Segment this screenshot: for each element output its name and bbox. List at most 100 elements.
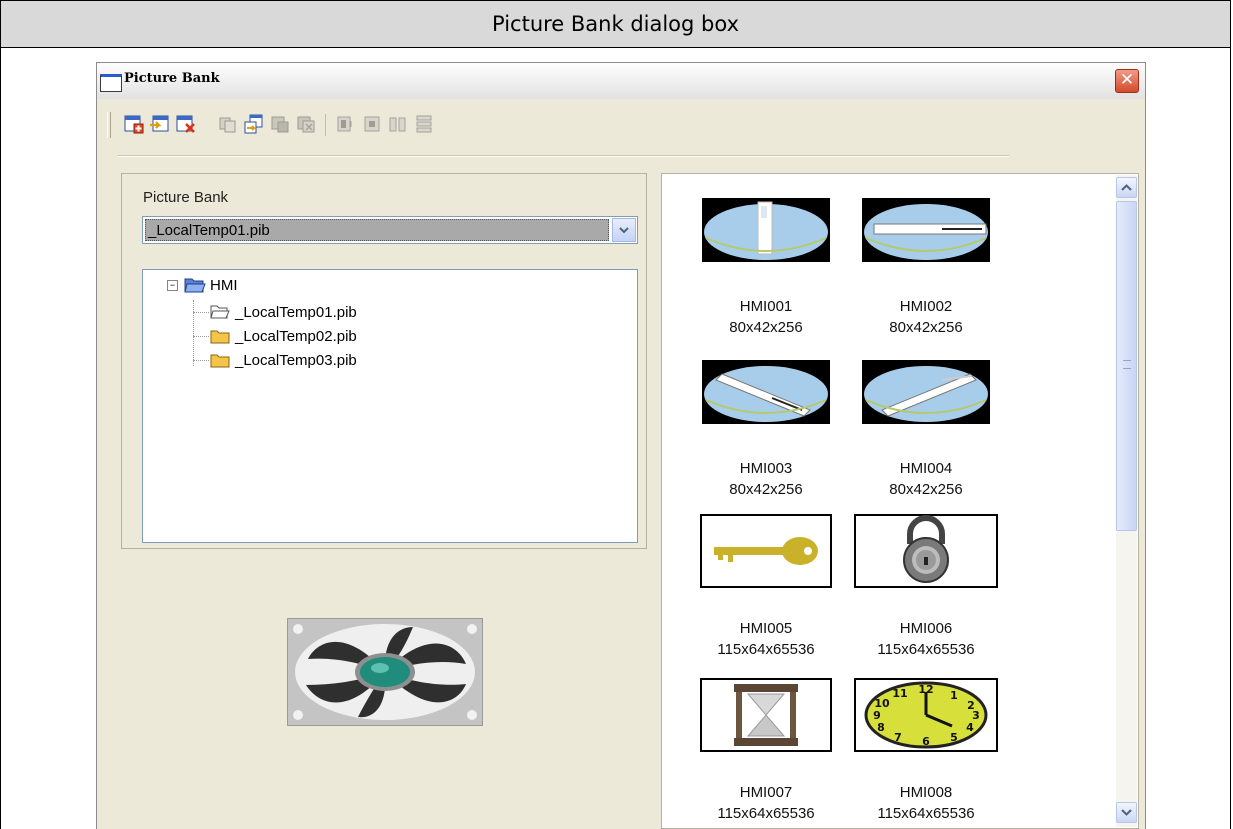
picture-item[interactable]: HMI001 80x42x256 [686, 198, 846, 338]
tree-line [193, 312, 209, 313]
delete-button[interactable] [295, 113, 317, 135]
folder-open-icon [184, 278, 206, 293]
align-rows-icon [416, 115, 432, 133]
picture-list: HMI001 80x42x256 HMI002 80x42x256 HMI003… [661, 173, 1139, 829]
tree-item-label: _LocalTemp02.pib [235, 327, 357, 345]
svg-text:8: 8 [877, 721, 885, 734]
tree-item[interactable]: _LocalTemp02.pib [210, 325, 357, 347]
picture-item[interactable]: HMI003 80x42x256 [686, 360, 846, 500]
picture-name: HMI005 [739, 620, 793, 637]
tree-item[interactable]: _LocalTemp03.pib [210, 349, 357, 371]
svg-text:6: 6 [922, 735, 930, 748]
clock-icon: 12 123 4567 891011 [854, 678, 998, 752]
align-rows-button[interactable] [413, 113, 435, 135]
key-icon [700, 514, 832, 588]
svg-text:9: 9 [873, 709, 881, 722]
fan-icon [288, 619, 482, 725]
svg-text:1: 1 [950, 689, 958, 702]
picture-item[interactable]: HMI002 80x42x256 [846, 198, 1006, 338]
align-justify-button[interactable] [387, 113, 409, 135]
tree-line [193, 360, 209, 361]
svg-text:11: 11 [892, 687, 907, 700]
align-center-button[interactable] [361, 113, 383, 135]
picture-thumbnail [862, 360, 990, 424]
picture-thumbnail [702, 198, 830, 262]
title-bar[interactable]: Picture Bank ✕ [97, 63, 1145, 99]
toolbar [107, 108, 1007, 142]
new-bank-button[interactable] [123, 113, 145, 135]
svg-text:4: 4 [966, 721, 974, 734]
picture-name: HMI003 [739, 460, 793, 477]
delete-bank-button[interactable] [175, 113, 197, 135]
tree-item[interactable]: _LocalTemp01.pib [210, 301, 357, 323]
picture-thumbnail [702, 360, 830, 424]
picture-name: HMI008 [899, 784, 953, 801]
copy-icon [219, 117, 236, 133]
picture-bank-group: Picture Bank _LocalTemp01.pib − HMI _Loc… [121, 173, 647, 549]
picture-item[interactable]: HMI007 115x64x65536 [686, 678, 846, 824]
picture-item[interactable]: HMI006 115x64x65536 [846, 514, 1006, 660]
picture-list-scrollbar[interactable] [1116, 175, 1137, 827]
picture-name: HMI002 [899, 298, 953, 315]
picture-item[interactable]: HMI005 115x64x65536 [686, 514, 846, 660]
tree-root-hmi[interactable]: − HMI [167, 274, 238, 296]
picture-preview [287, 618, 483, 726]
copy-button[interactable] [217, 113, 239, 135]
window-title: Picture Bank [124, 71, 220, 86]
picture-bank-dialog: Picture Bank ✕ Picture Bank _LocalTemp01… [96, 62, 1146, 829]
picture-name: HMI001 [739, 298, 793, 315]
delete-bank-icon [176, 115, 195, 133]
picture-name: HMI004 [899, 460, 953, 477]
picture-thumbnail [862, 198, 990, 262]
picture-size: 115x64x65536 [717, 805, 815, 822]
window-icon [100, 74, 122, 92]
picture-size: 115x64x65536 [877, 805, 975, 822]
scroll-grip [1123, 360, 1131, 369]
picture-name: HMI007 [739, 784, 793, 801]
align-center-icon [364, 116, 380, 132]
toolbar-grip[interactable] [107, 112, 111, 138]
new-bank-icon [124, 115, 144, 134]
picture-bank-tree: − HMI _LocalTemp01.pib _LocalTemp02.pib … [142, 269, 638, 543]
svg-text:7: 7 [894, 731, 902, 744]
picture-size: 80x42x256 [889, 481, 963, 498]
picture-size: 80x42x256 [889, 319, 963, 336]
tree-line [193, 300, 194, 366]
picture-size: 80x42x256 [729, 481, 803, 498]
svg-text:10: 10 [874, 697, 890, 710]
close-button[interactable]: ✕ [1115, 69, 1139, 93]
picture-bank-select-value: _LocalTemp01.pib [145, 219, 609, 241]
picture-size: 115x64x65536 [717, 641, 815, 658]
cut-icon [271, 116, 289, 133]
align-left-icon [337, 116, 352, 132]
cut-button[interactable] [269, 113, 291, 135]
tree-collapse-toggle[interactable]: − [167, 279, 178, 291]
scroll-down-button[interactable] [1116, 802, 1137, 823]
toolbar-separator [325, 114, 326, 136]
picture-name: HMI006 [899, 620, 953, 637]
picture-item[interactable]: 12 1 2 3 4567 8 9 10 11 HMI008 115x64x65536 [846, 678, 1006, 824]
tree-item-label: _LocalTemp03.pib [235, 351, 357, 369]
folder-open-icon [210, 305, 230, 319]
tree-line [193, 336, 209, 337]
picture-bank-select[interactable]: _LocalTemp01.pib [142, 216, 638, 244]
document-caption: Picture Bank dialog box [1, 1, 1230, 48]
padlock-icon [854, 514, 998, 588]
folder-icon [210, 354, 230, 368]
scroll-thumb[interactable] [1116, 201, 1137, 531]
tree-item-label: _LocalTemp01.pib [235, 303, 357, 321]
import-button[interactable] [149, 113, 171, 135]
paste-button[interactable] [243, 113, 265, 135]
chevron-up-icon [1121, 184, 1132, 191]
svg-text:5: 5 [950, 731, 958, 744]
align-justify-icon [389, 117, 406, 132]
chevron-down-icon[interactable] [612, 218, 636, 242]
toolbar-divider [117, 155, 1009, 157]
delete-icon [297, 116, 315, 133]
chevron-down-icon [1121, 809, 1132, 816]
scroll-up-button[interactable] [1116, 177, 1137, 198]
tree-root-label: HMI [210, 276, 238, 294]
align-left-button[interactable] [335, 113, 357, 135]
paste-icon [244, 114, 263, 134]
picture-item[interactable]: HMI004 80x42x256 [846, 360, 1006, 500]
